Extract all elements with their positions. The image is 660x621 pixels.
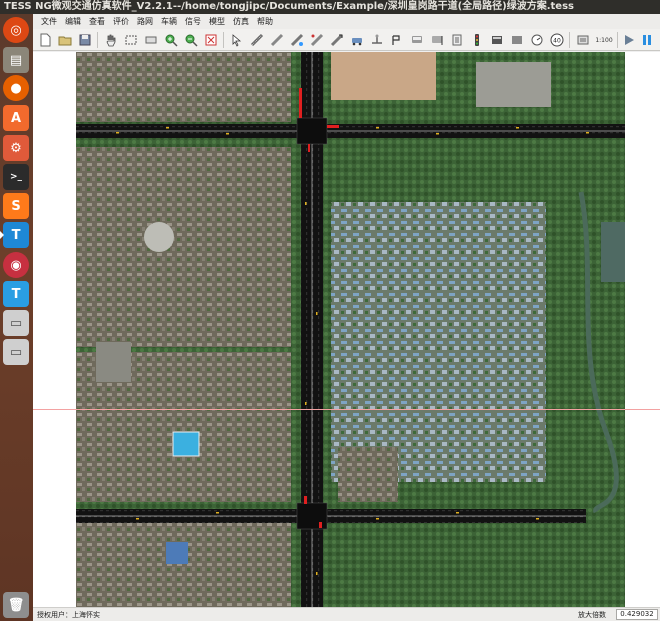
zoom-value-field[interactable]: 0.429032 [616, 609, 658, 620]
drive-icon[interactable]: ▭ [3, 310, 29, 336]
lane-edit-icon[interactable] [289, 32, 305, 48]
terminal-icon[interactable]: >_ [3, 164, 29, 190]
menu-help[interactable]: 帮助 [253, 14, 277, 29]
pan-hand-icon[interactable] [103, 32, 119, 48]
menu-edit[interactable]: 编辑 [61, 14, 85, 29]
menu-view[interactable]: 查看 [85, 14, 109, 29]
decision-point-icon[interactable] [369, 32, 385, 48]
menu-signal[interactable]: 信号 [181, 14, 205, 29]
fullscreen-icon[interactable] [203, 32, 219, 48]
menu-bar: 文件 编辑 查看 评价 路网 车辆 信号 模型 仿真 帮助 [33, 14, 660, 29]
window-title: TESS NG微观交通仿真软件_V2.2.1--/home/tongjipc/D… [0, 0, 660, 14]
zoom-in-icon[interactable] [163, 32, 179, 48]
sublime-icon[interactable]: S [3, 193, 29, 219]
bus-line-icon[interactable] [409, 32, 425, 48]
zoom-label: 放大倍数 [578, 611, 606, 619]
drive-icon-2[interactable]: ▭ [3, 339, 29, 365]
signal-head-icon[interactable] [469, 32, 485, 48]
fit-view-icon[interactable] [143, 32, 159, 48]
new-file-icon[interactable] [37, 32, 53, 48]
licensed-user-label: 授权用户：上海怀实 [37, 611, 100, 619]
software-center-icon[interactable]: A [3, 105, 29, 131]
app-window: 文件 编辑 查看 评价 路网 车辆 信号 模型 仿真 帮助 40 1:100 授… [33, 14, 660, 621]
zoom-out-icon[interactable] [183, 32, 199, 48]
detector-icon[interactable] [449, 32, 465, 48]
center-guide-line [33, 409, 660, 410]
trash-icon[interactable]: 🗑 [3, 592, 29, 618]
open-folder-icon[interactable] [57, 32, 73, 48]
menu-file[interactable]: 文件 [37, 14, 61, 29]
tessng-icon[interactable]: T [0, 222, 29, 248]
menu-evaluate[interactable]: 评价 [109, 14, 133, 29]
menu-model[interactable]: 模型 [205, 14, 229, 29]
bus-stop-icon[interactable] [429, 32, 445, 48]
menu-simulation[interactable]: 仿真 [229, 14, 253, 29]
satellite-map[interactable] [76, 52, 625, 607]
firefox-icon[interactable]: ● [3, 75, 29, 101]
travel-time-icon[interactable] [489, 32, 505, 48]
play-icon[interactable] [621, 32, 637, 48]
ubuntu-logo-icon[interactable]: ◎ [3, 17, 29, 43]
system-settings-icon[interactable]: ⚙ [3, 135, 29, 161]
launcher: ◎ ▤ ● A ⚙ >_ S T ◉ T ▭ ▭ 🗑 [0, 14, 33, 621]
status-bar: 授权用户：上海怀实 放大倍数 0.429032 [33, 607, 660, 621]
speed-ratio-display[interactable]: 1:100 [593, 32, 615, 48]
menu-network[interactable]: 路网 [133, 14, 157, 29]
menu-vehicle[interactable]: 车辆 [157, 14, 181, 29]
parking-icon[interactable] [389, 32, 405, 48]
connector-icon[interactable] [269, 32, 285, 48]
select-box-icon[interactable] [123, 32, 139, 48]
link-icon[interactable] [309, 32, 325, 48]
svg-text:40: 40 [553, 38, 561, 45]
save-icon[interactable] [77, 32, 93, 48]
tessng-icon-2[interactable]: T [3, 281, 29, 307]
speed-value-icon[interactable]: 40 [549, 32, 565, 48]
pause-icon[interactable] [639, 32, 655, 48]
files-icon[interactable]: ▤ [3, 47, 29, 73]
road-icon[interactable] [249, 32, 265, 48]
app-icon[interactable]: ◉ [3, 252, 29, 278]
network-canvas[interactable] [33, 52, 660, 607]
queue-counter-icon[interactable] [509, 32, 525, 48]
vehicle-input-icon[interactable] [349, 32, 365, 48]
settings-icon[interactable] [575, 32, 591, 48]
pointer-icon[interactable] [229, 32, 245, 48]
speed-limit-icon[interactable] [529, 32, 545, 48]
route-icon[interactable] [329, 32, 345, 48]
toolbar: 40 1:100 [33, 29, 660, 51]
